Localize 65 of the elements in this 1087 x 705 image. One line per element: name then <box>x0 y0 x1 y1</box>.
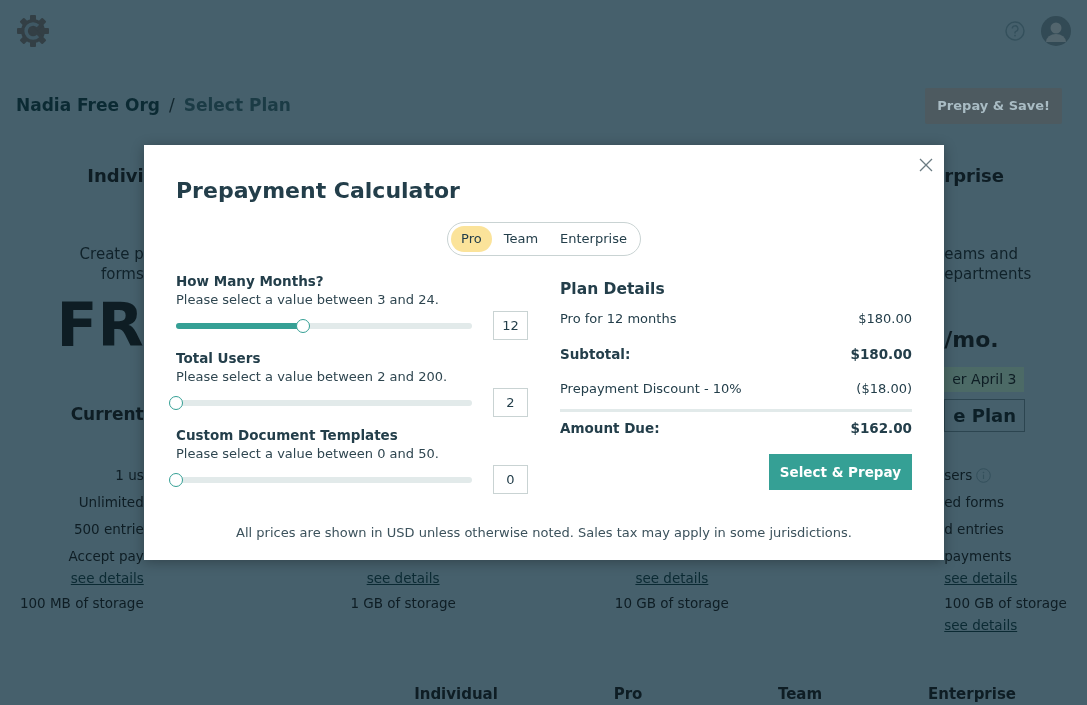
plan-description: epartments <box>944 264 1032 284</box>
plan-feature: d entries <box>944 520 1004 539</box>
section-title: Plan Details <box>560 278 666 300</box>
line-label: Subtotal: <box>560 344 631 364</box>
slider-label: Custom Document Templates <box>176 425 399 444</box>
select-prepay-button[interactable]: Select & Prepay <box>768 453 912 490</box>
comparison-heading: Enterprise <box>926 684 1017 705</box>
gear-logo-icon[interactable] <box>16 14 50 48</box>
slider-thumb[interactable] <box>169 395 183 410</box>
current-plan-label: Current <box>70 403 144 427</box>
plan-feature: Accept pay <box>68 547 144 566</box>
see-details-link[interactable]: see details <box>70 570 144 586</box>
price-unit: /mo. <box>944 326 999 354</box>
plan-storage: 1 GB of storage <box>350 594 456 613</box>
plan-feature: sers <box>944 466 973 485</box>
value-input[interactable]: 2 <box>493 388 528 417</box>
plan-description: Create p <box>79 244 144 264</box>
slider-thumb[interactable] <box>296 318 311 333</box>
breadcrumb-separator: / <box>169 94 175 118</box>
line-label: Prepayment Discount - 10% <box>560 380 742 399</box>
value-input[interactable]: 0 <box>493 465 528 494</box>
plan-name: rprise <box>944 164 1004 188</box>
comparison-heading: Pro <box>612 684 644 705</box>
line-label: Pro for 12 months <box>560 310 677 329</box>
dialog-title: Prepayment Calculator <box>176 177 461 205</box>
slider-label: How Many Months? <box>176 271 325 290</box>
plan-description: eams and <box>944 244 1020 264</box>
slider-label: Total Users <box>176 348 262 367</box>
line-amount: $180.00 <box>850 344 912 364</box>
see-details-link[interactable]: see details <box>635 570 709 586</box>
plan-feature: 1 us <box>115 466 144 485</box>
plan-feature: payments <box>944 547 1012 566</box>
trial-badge: er April 3 <box>944 366 1025 392</box>
slider-hint: Please select a value between 0 and 50. <box>176 444 440 463</box>
plan-storage: 10 GB of storage <box>614 594 729 613</box>
plan-storage: 100 GB of storage <box>944 594 1067 613</box>
see-details-link[interactable]: see details <box>366 570 440 586</box>
plan-storage: 100 MB of storage <box>19 594 144 613</box>
close-icon[interactable] <box>918 157 934 173</box>
slider-thumb[interactable] <box>169 472 183 487</box>
comparison-heading: Individual <box>413 684 499 705</box>
line-label: Amount Due: <box>560 419 660 439</box>
see-details-link[interactable]: see details <box>944 570 1018 586</box>
see-details-link[interactable]: see details <box>944 617 1018 633</box>
avatar[interactable] <box>1041 16 1071 46</box>
plan-description: forms <box>99 264 144 284</box>
plan-feature: 500 entrie <box>73 520 144 539</box>
plan-price: FR <box>56 290 144 360</box>
line-amount: $180.00 <box>858 310 912 329</box>
breadcrumb-link[interactable]: Nadia Free Org <box>16 93 160 119</box>
plan-feature: Unlimited <box>78 493 144 512</box>
comparison-heading: Team <box>776 684 824 705</box>
slider-hint: Please select a value between 2 and 200. <box>176 367 449 386</box>
value-input[interactable]: 12 <box>493 311 528 340</box>
choose-plan-button[interactable]: e Plan <box>944 398 1026 432</box>
plan-feature: ed forms <box>944 493 1004 512</box>
prepay-save-button[interactable]: Prepay & Save! <box>925 88 1062 124</box>
plan-tab[interactable]: Enterprise <box>550 226 637 252</box>
slider-hint: Please select a value between 3 and 24. <box>176 290 440 309</box>
line-amount: $162.00 <box>850 419 912 439</box>
plan-tab[interactable]: Team <box>493 226 549 252</box>
plan-tab[interactable]: Pro <box>451 226 492 252</box>
plan-name: Indivi <box>87 164 144 188</box>
line-amount: ($18.00) <box>856 380 912 399</box>
tax-note: All prices are shown in USD unless otherwise noted. Sales tax may apply in some jurisdictions. <box>235 523 853 542</box>
